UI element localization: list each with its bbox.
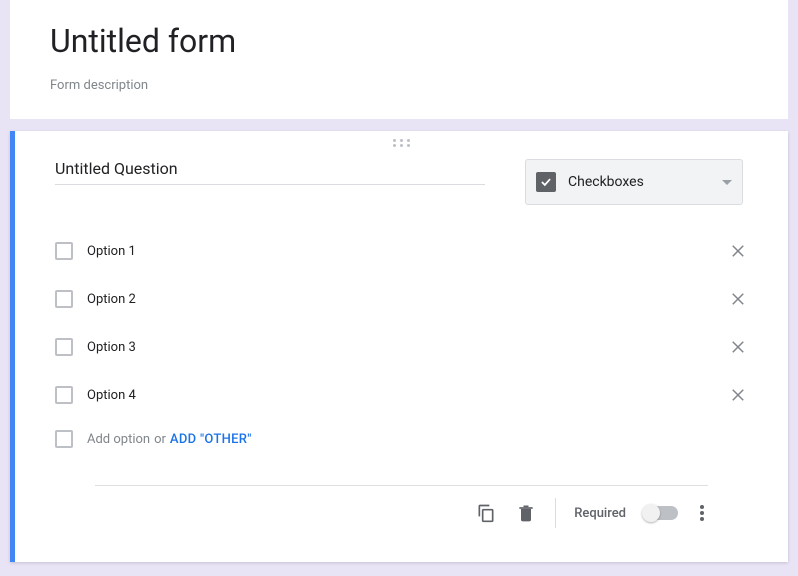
checkbox-icon bbox=[55, 290, 73, 308]
or-text: or bbox=[154, 432, 166, 447]
more-options-button[interactable] bbox=[696, 505, 708, 521]
card-footer: Required bbox=[95, 485, 708, 542]
add-option-button[interactable]: Add option bbox=[87, 432, 150, 447]
checkbox-type-icon bbox=[536, 172, 556, 192]
remove-option-button[interactable] bbox=[728, 337, 748, 357]
checkbox-icon bbox=[55, 386, 73, 404]
checkbox-icon bbox=[55, 338, 73, 356]
form-description[interactable]: Form description bbox=[50, 78, 748, 93]
required-toggle[interactable] bbox=[644, 506, 678, 520]
checkbox-icon bbox=[55, 430, 73, 448]
divider bbox=[555, 498, 556, 528]
drag-handle-icon bbox=[392, 139, 412, 147]
question-type-select[interactable]: Checkboxes bbox=[525, 159, 743, 205]
question-title-input[interactable]: Untitled Question bbox=[55, 159, 485, 185]
required-label: Required bbox=[574, 506, 626, 521]
option-row: Option 4 bbox=[55, 371, 748, 419]
options-list: Option 1 Option 2 Option 3 bbox=[55, 227, 748, 459]
add-other-button[interactable]: ADD "OTHER" bbox=[170, 432, 252, 447]
option-label-input[interactable]: Option 4 bbox=[87, 388, 728, 403]
remove-option-button[interactable] bbox=[728, 385, 748, 405]
remove-option-button[interactable] bbox=[728, 241, 748, 261]
option-label-input[interactable]: Option 1 bbox=[87, 244, 728, 259]
add-option-row: Add option or ADD "OTHER" bbox=[55, 419, 748, 459]
drag-handle[interactable] bbox=[15, 131, 788, 151]
chevron-down-icon bbox=[722, 180, 732, 185]
question-body: Untitled Question Checkboxes Option 1 bbox=[15, 151, 788, 562]
question-card: Untitled Question Checkboxes Option 1 bbox=[10, 131, 788, 562]
option-row: Option 2 bbox=[55, 275, 748, 323]
option-label-input[interactable]: Option 3 bbox=[87, 340, 728, 355]
toggle-knob bbox=[642, 504, 660, 522]
remove-option-button[interactable] bbox=[728, 289, 748, 309]
checkbox-icon bbox=[55, 242, 73, 260]
question-type-label: Checkboxes bbox=[568, 174, 722, 190]
duplicate-button[interactable] bbox=[475, 502, 497, 524]
option-label-input[interactable]: Option 2 bbox=[87, 292, 728, 307]
delete-button[interactable] bbox=[515, 502, 537, 524]
form-title[interactable]: Untitled form bbox=[50, 22, 748, 60]
option-row: Option 3 bbox=[55, 323, 748, 371]
form-header-card: Untitled form Form description bbox=[10, 0, 788, 119]
option-row: Option 1 bbox=[55, 227, 748, 275]
